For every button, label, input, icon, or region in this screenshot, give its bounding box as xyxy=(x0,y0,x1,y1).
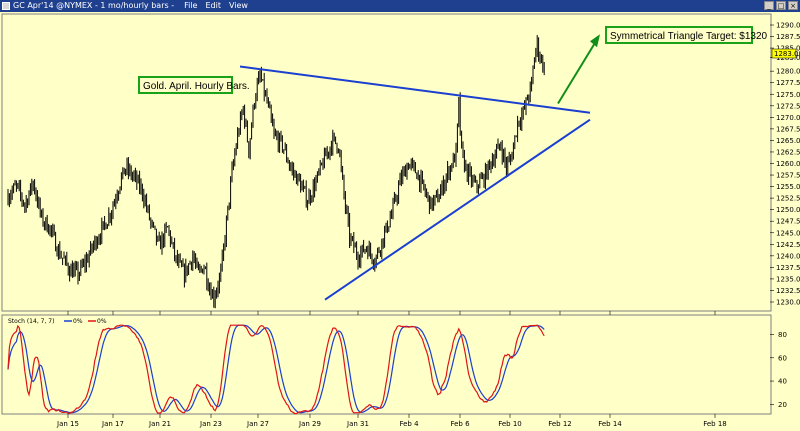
price-tick-label: 1270.00 xyxy=(776,114,800,122)
time-tick-label: Jan 31 xyxy=(346,420,369,428)
price-tick-label: 1240.00 xyxy=(776,252,800,260)
target-arrow-head xyxy=(590,34,600,48)
indicator-tick-label: 20 xyxy=(778,401,787,409)
price-tick-label: 1272.50 xyxy=(776,102,800,110)
annotation-triangle-target: Symmetrical Triangle Target: $1320 xyxy=(610,31,768,42)
price-tick-label: 1242.50 xyxy=(776,241,800,249)
price-tick-label: 1230.00 xyxy=(776,299,800,307)
price-tick-label: 1257.50 xyxy=(776,172,800,180)
time-tick-label: Jan 29 xyxy=(298,420,321,428)
time-tick-label: Feb 4 xyxy=(399,420,419,428)
indicator-label: Stoch (14, 7, 7) xyxy=(8,318,54,325)
legend-k: 0% xyxy=(97,318,107,325)
price-tick-label: 1262.50 xyxy=(776,148,800,156)
price-tick-label: 1267.50 xyxy=(776,125,800,133)
price-tick-label: 1235.00 xyxy=(776,275,800,283)
time-tick-label: Feb 10 xyxy=(498,420,522,428)
price-tick-label: 1287.50 xyxy=(776,33,800,41)
price-tick-label: 1250.00 xyxy=(776,206,800,214)
price-tick-label: 1232.50 xyxy=(776,287,800,295)
indicator-axis: 80 60 40 20 xyxy=(770,331,787,409)
time-tick-label: Jan 15 xyxy=(56,420,79,428)
target-arrow-shaft xyxy=(557,40,597,105)
price-tick-label: 1290.00 xyxy=(776,22,800,30)
legend-d: 0% xyxy=(73,318,83,325)
indicator-tick-label: 40 xyxy=(778,378,787,386)
time-tick-label: Feb 18 xyxy=(703,420,727,428)
time-tick-label: Jan 27 xyxy=(246,420,269,428)
time-tick-label: Feb 14 xyxy=(598,420,622,428)
time-tick-label: Feb 6 xyxy=(450,420,470,428)
stochastic-lines xyxy=(7,324,545,415)
price-tick-label: 1265.00 xyxy=(776,137,800,145)
price-tick-label: 1252.50 xyxy=(776,195,800,203)
time-tick-label: Jan 21 xyxy=(148,420,171,428)
price-tick-label: 1237.50 xyxy=(776,264,800,272)
price-tick-label: 1275.00 xyxy=(776,91,800,99)
price-tick-label: 1255.00 xyxy=(776,183,800,191)
indicator-tick-label: 80 xyxy=(778,331,787,339)
price-tick-label: 1260.00 xyxy=(776,160,800,168)
time-tick-label: Jan 23 xyxy=(199,420,222,428)
price-axis: 1230.00 1232.50 1235.00 1237.50 1240.00 1242.… xyxy=(770,22,800,307)
price-bars xyxy=(7,35,545,309)
main-plot-frame xyxy=(1,13,772,312)
chart-window: GC Apr'14 @NYMEX - 1 mo/hourly bars - Fi… xyxy=(0,0,800,431)
price-tick-label: 1280.00 xyxy=(776,68,800,76)
time-tick-label: Feb 12 xyxy=(548,420,572,428)
time-tick-label: Jan 17 xyxy=(101,420,124,428)
price-tick-label: 1247.50 xyxy=(776,218,800,226)
last-price-label: 1283.00 xyxy=(774,50,800,58)
indicator-tick-label: 60 xyxy=(778,354,787,362)
annotation-gold-hourly: Gold. April. Hourly Bars. xyxy=(143,81,250,92)
price-tick-label: 1245.00 xyxy=(776,229,800,237)
upper-trendline xyxy=(239,65,591,114)
price-tick-label: 1277.50 xyxy=(776,79,800,87)
price-chart: 1230.00 1232.50 1235.00 1237.50 1240.00 1242.… xyxy=(1,13,800,428)
